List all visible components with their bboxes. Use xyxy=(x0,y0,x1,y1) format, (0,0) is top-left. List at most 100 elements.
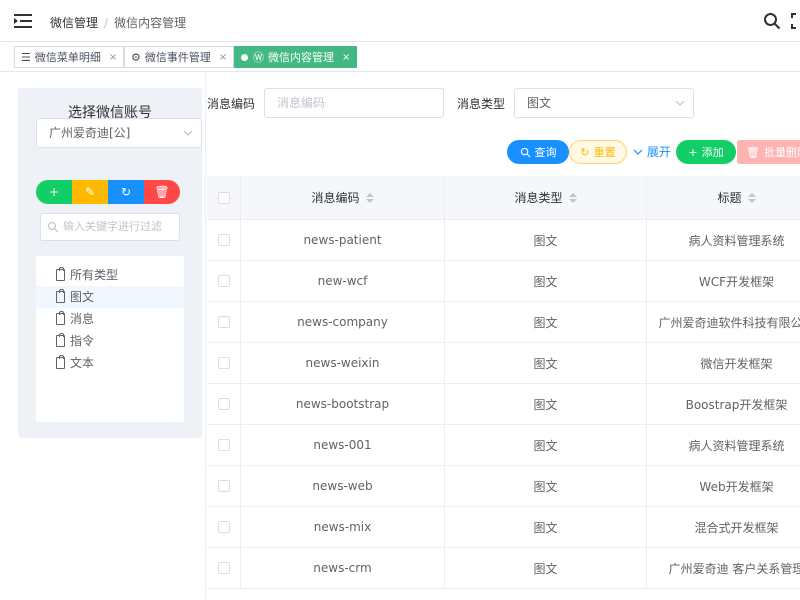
table-row[interactable]: news-web 图文 Web开发框架 xyxy=(207,466,800,507)
cell-title: Web开发框架 xyxy=(647,466,800,506)
cell-type: 图文 xyxy=(445,384,647,424)
file-icon xyxy=(56,311,65,325)
file-icon xyxy=(56,267,65,281)
table-row[interactable]: news-mix 图文 混合式开发框架 xyxy=(207,507,800,548)
search-icon[interactable] xyxy=(763,12,781,30)
table-row[interactable]: news-bootstrap 图文 Boostrap开发框架 xyxy=(207,384,800,425)
refresh-button[interactable]: ↻ xyxy=(108,180,144,204)
chevron-down-icon xyxy=(183,130,193,136)
row-checkbox[interactable] xyxy=(217,562,230,574)
tree-item-message[interactable]: 消息 xyxy=(36,308,184,330)
reset-button[interactable]: ↻ 重置 xyxy=(569,140,627,164)
chevron-down-icon xyxy=(633,149,643,155)
cell-type: 图文 xyxy=(445,302,647,342)
sort-icon[interactable] xyxy=(747,192,756,203)
add-button-label: 添加 xyxy=(701,146,724,159)
cell-code: news-crm xyxy=(241,548,445,588)
tree-item-label: 图文 xyxy=(70,290,95,304)
cell-type: 图文 xyxy=(445,507,647,547)
table-row[interactable]: news-company 图文 广州爱奇迪软件科技有限公司 xyxy=(207,302,800,343)
active-dot-icon xyxy=(241,53,248,61)
add-button[interactable]: + 添加 xyxy=(676,140,736,164)
cell-code: new-wcf xyxy=(241,261,445,301)
row-select-cell xyxy=(207,466,241,506)
row-checkbox[interactable] xyxy=(217,521,230,533)
cell-code-text: news-001 xyxy=(313,438,372,452)
cell-title: 混合式开发框架 xyxy=(647,507,800,547)
tab-wechat-content-management[interactable]: Ⓦ 微信内容管理 × xyxy=(234,46,358,68)
cell-title-text: 病人资料管理系统 xyxy=(688,438,785,453)
search-icon xyxy=(47,221,59,233)
expand-toggle[interactable]: 展开 xyxy=(633,143,671,160)
pencil-icon: ✎ xyxy=(84,185,96,199)
row-select-cell xyxy=(207,507,241,547)
close-icon[interactable]: × xyxy=(109,52,117,63)
table-row[interactable]: news-patient 图文 病人资料管理系统 xyxy=(207,220,800,261)
add-node-button[interactable]: + xyxy=(36,180,72,204)
fullscreen-icon[interactable] xyxy=(791,13,800,29)
cell-type-text: 图文 xyxy=(533,438,558,453)
cell-code-text: news-crm xyxy=(313,561,372,575)
header-label: 消息编码 xyxy=(311,191,360,205)
row-checkbox[interactable] xyxy=(217,357,230,369)
row-checkbox[interactable] xyxy=(217,316,230,328)
sort-icon[interactable] xyxy=(365,192,374,203)
table-row[interactable]: news-weixin 图文 微信开发框架 xyxy=(207,343,800,384)
row-select-cell xyxy=(207,425,241,465)
trash-icon: 🗑 xyxy=(746,145,760,159)
code-filter-input[interactable]: 消息编码 xyxy=(264,88,444,118)
chevron-down-icon xyxy=(675,100,685,106)
table-row[interactable]: news-001 图文 病人资料管理系统 xyxy=(207,425,800,466)
account-select[interactable]: 广州爱奇迪[公] xyxy=(36,118,202,148)
cell-type: 图文 xyxy=(445,466,647,506)
header-type[interactable]: 消息类型 xyxy=(445,176,647,219)
tree-item-all-types[interactable]: 所有类型 xyxy=(36,264,184,286)
sort-icon[interactable] xyxy=(568,192,577,203)
batch-delete-button-label: 批量删除 xyxy=(763,146,800,159)
header-code[interactable]: 消息编码 xyxy=(241,176,445,219)
tab-wechat-event-management[interactable]: ⚙ 微信事件管理 × xyxy=(124,46,235,68)
tree-item-command[interactable]: 指令 xyxy=(36,330,184,352)
edit-node-button[interactable]: ✎ xyxy=(72,180,108,204)
row-checkbox[interactable] xyxy=(217,234,230,246)
breadcrumb-item-wechat[interactable]: 微信管理 xyxy=(50,16,98,30)
cell-title: 微信开发框架 xyxy=(647,343,800,383)
cell-title-text: Boostrap开发框架 xyxy=(685,397,788,412)
row-select-cell xyxy=(207,548,241,588)
table-row[interactable]: new-wcf 图文 WCF开发框架 xyxy=(207,261,800,302)
query-button[interactable]: 查询 xyxy=(507,140,569,164)
row-checkbox[interactable] xyxy=(217,398,230,410)
cell-type-text: 图文 xyxy=(533,397,558,412)
trash-icon: 🗑 xyxy=(154,185,170,199)
close-icon[interactable]: × xyxy=(342,52,350,63)
row-select-cell xyxy=(207,302,241,342)
tree-item-label: 文本 xyxy=(70,356,95,370)
row-checkbox[interactable] xyxy=(217,439,230,451)
gear-icon: ⚙ xyxy=(131,50,141,64)
tree-filter-placeholder: 输入关键字进行过滤 xyxy=(63,220,162,233)
batch-delete-button[interactable]: 🗑 批量删除 xyxy=(737,140,800,164)
tree-item-text[interactable]: 文本 xyxy=(36,352,184,374)
cell-code: news-001 xyxy=(241,425,445,465)
cell-type: 图文 xyxy=(445,425,647,465)
table-row[interactable]: news-crm 图文 广州爱奇迪 客户关系管理 xyxy=(207,548,800,589)
tab-label: 微信内容管理 xyxy=(268,51,334,64)
select-all-cell xyxy=(207,176,241,219)
menu-toggle-icon[interactable] xyxy=(14,13,32,29)
tab-wechat-menu-detail[interactable]: ☰ 微信菜单明细 × xyxy=(14,46,125,68)
select-all-checkbox[interactable] xyxy=(217,191,230,204)
cell-title-text: 微信开发框架 xyxy=(700,356,773,371)
tree-filter-input[interactable]: 输入关键字进行过滤 xyxy=(40,213,180,241)
type-filter-select[interactable]: 图文 xyxy=(514,88,694,118)
tree-item-news[interactable]: 图文 xyxy=(36,286,184,308)
file-icon xyxy=(56,355,65,369)
row-checkbox[interactable] xyxy=(217,275,230,287)
cell-code-text: news-bootstrap xyxy=(295,397,390,411)
header-title[interactable]: 标题 xyxy=(647,176,800,219)
account-panel: 选择微信账号 广州爱奇迪[公] + ✎ ↻ 🗑 输入关键字进行过滤 所有类型 图… xyxy=(18,88,202,438)
row-checkbox[interactable] xyxy=(217,480,230,492)
cell-code: news-patient xyxy=(241,220,445,260)
close-icon[interactable]: × xyxy=(219,52,227,63)
tags-view: ☰ 微信菜单明细 × ⚙ 微信事件管理 × Ⓦ 微信内容管理 × xyxy=(0,42,800,72)
delete-node-button[interactable]: 🗑 xyxy=(144,180,180,204)
